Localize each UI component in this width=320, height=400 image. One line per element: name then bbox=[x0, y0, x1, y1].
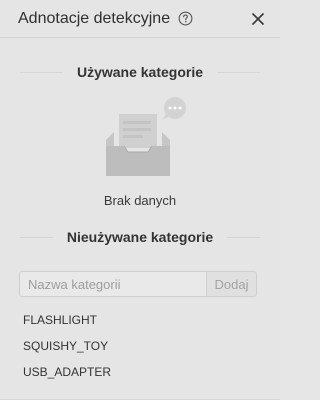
divider-left bbox=[20, 71, 63, 73]
question-circle-icon[interactable] bbox=[177, 11, 193, 27]
divider-right bbox=[227, 236, 260, 238]
category-item[interactable]: USB_ADAPTER bbox=[23, 364, 111, 390]
category-name-input[interactable] bbox=[19, 271, 207, 297]
used-categories-heading-row: Używane kategorie bbox=[20, 64, 260, 80]
unused-categories-heading-row: Nieużywane kategorie bbox=[20, 229, 260, 245]
add-category-button[interactable]: Dodaj bbox=[207, 271, 257, 297]
close-button[interactable] bbox=[248, 9, 268, 29]
detection-annotations-panel: Adnotacje detekcyjne Używane kategorie B… bbox=[0, 0, 280, 400]
divider-left bbox=[20, 236, 53, 238]
category-item[interactable]: FLASHLIGHT bbox=[23, 312, 111, 338]
add-category-row: Dodaj bbox=[19, 271, 257, 297]
empty-inbox-icon bbox=[98, 96, 194, 186]
divider-right bbox=[217, 71, 260, 73]
close-icon bbox=[252, 12, 264, 25]
empty-state-text: Brak danych bbox=[103, 193, 177, 208]
panel-title: Adnotacje detekcyjne bbox=[18, 9, 171, 27]
category-item[interactable]: SQUISHY_TOY bbox=[23, 338, 111, 364]
used-categories-title: Używane kategorie bbox=[76, 64, 204, 80]
unused-categories-title: Nieużywane kategorie bbox=[66, 229, 214, 245]
unused-category-list: FLASHLIGHT SQUISHY_TOY USB_ADAPTER bbox=[23, 312, 111, 390]
panel-header: Adnotacje detekcyjne bbox=[0, 0, 280, 38]
